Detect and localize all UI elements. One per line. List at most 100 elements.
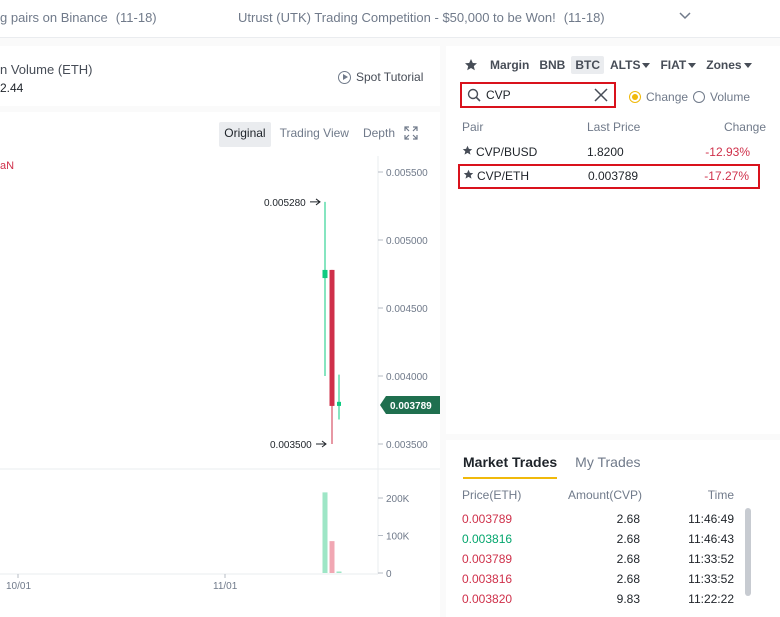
trades-panel: Market Trades My Trades Price(ETH) Amoun…	[446, 440, 780, 617]
market-tab-alts[interactable]: ALTS	[606, 56, 654, 74]
trade-price: 0.003789	[462, 512, 513, 526]
price-tick-label: 0.003500	[386, 440, 428, 451]
col-change[interactable]: Change	[724, 120, 766, 134]
trades-scrollbar[interactable]	[745, 508, 751, 617]
market-tab-btc[interactable]: BTC	[571, 56, 605, 74]
candle-body	[329, 269, 335, 406]
spot-tutorial-label: Spot Tutorial	[356, 70, 424, 84]
scrollbar-thumb[interactable]	[745, 508, 751, 596]
trade-row[interactable]: 0.003789 2.68 11:33:52	[462, 550, 734, 570]
play-circle-icon	[338, 70, 351, 84]
candlestick-chart[interactable]: 0.005500 0.005000 0.004500 0.004000 0.003500…	[0, 112, 440, 602]
high-arrow	[310, 198, 321, 206]
volume-tick-label: 100K	[386, 532, 410, 543]
volume-value: 2.44	[0, 81, 24, 95]
market-tab-margin[interactable]: Margin	[486, 56, 533, 74]
radio-change-dot	[629, 91, 641, 103]
col-time: Time	[707, 488, 734, 502]
announcement-1-date: (11-18)	[115, 10, 157, 25]
pair-price: 0.003789	[588, 169, 639, 183]
trade-price: 0.003820	[462, 592, 513, 606]
volume-bar	[329, 541, 335, 573]
last-price-label: 0.003789	[390, 401, 432, 412]
time-tick-label: 10/01	[6, 581, 31, 592]
trade-price: 0.003789	[462, 552, 513, 566]
trade-time: 11:33:52	[688, 572, 734, 586]
announcement-bar: g pairs on Binance (11-18) Utrust (UTK) T…	[0, 0, 780, 38]
pair-row-selected[interactable]: CVP/ETH 0.003789 -17.27%	[458, 164, 760, 189]
favorites-star-icon[interactable]	[462, 57, 480, 73]
radio-volume-dot	[693, 91, 705, 103]
price-tick-label: 0.005500	[386, 168, 428, 179]
announcement-2-text[interactable]: Utrust (UTK) Trading Competition - $50,0…	[238, 10, 556, 25]
trade-amount: 2.68	[616, 532, 640, 546]
market-tab-label: Margin	[490, 58, 530, 72]
chevron-down-icon[interactable]	[678, 8, 692, 22]
trade-row[interactable]: 0.003816 2.68 11:33:52	[462, 570, 734, 590]
market-tabs: Margin BNB BTC ALTS FIAT Zones	[462, 56, 756, 74]
pair-price: 1.8200	[587, 145, 624, 159]
trade-time: 11:22:22	[688, 592, 734, 606]
col-amount: Amount(CVP)	[568, 488, 643, 502]
market-tab-fiat[interactable]: FIAT	[656, 56, 700, 74]
announcement-link-1[interactable]: g pairs on Binance (11-18)	[0, 10, 157, 25]
volume-tick-label: 0	[386, 569, 392, 580]
clear-search-icon[interactable]	[594, 88, 608, 102]
announcement-link-2[interactable]: Utrust (UTK) Trading Competition - $50,0…	[238, 10, 605, 25]
pair-name: CVP/BUSD	[476, 145, 538, 159]
candle-body	[322, 269, 328, 279]
pair-row[interactable]: CVP/BUSD 1.8200 -12.93%	[458, 140, 760, 165]
pair-search-input[interactable]	[486, 87, 586, 103]
ticker-header: n Volume (ETH) 2.44 Spot Tutorial	[0, 46, 440, 106]
volume-bar	[322, 492, 328, 573]
favorite-star-icon[interactable]	[462, 145, 473, 159]
trade-amount: 9.83	[616, 592, 640, 606]
trades-tabs: Market Trades My Trades	[463, 454, 641, 479]
tab-market-trades[interactable]: Market Trades	[463, 454, 558, 479]
low-annotation: 0.003500	[270, 440, 312, 451]
trade-row[interactable]: 0.003820 9.83 11:22:22	[462, 590, 734, 610]
favorite-star-icon[interactable]	[463, 169, 474, 183]
market-tab-label: Zones	[706, 58, 742, 72]
market-tab-zones[interactable]: Zones	[702, 56, 755, 74]
candle-body	[337, 401, 341, 406]
volume-label: n Volume (ETH)	[0, 62, 93, 77]
radio-change-label: Change	[646, 90, 689, 104]
trades-table-header: Price(ETH) Amount(CVP) Time	[462, 488, 734, 504]
price-tick-label: 0.004500	[386, 304, 428, 315]
announcement-1-text[interactable]: g pairs on Binance	[0, 10, 108, 25]
col-last-price[interactable]: Last Price	[587, 120, 640, 134]
trade-time: 11:33:52	[688, 552, 734, 566]
trade-amount: 2.68	[616, 572, 640, 586]
trade-amount: 2.68	[616, 552, 640, 566]
trade-time: 11:46:49	[688, 512, 734, 526]
col-pair[interactable]: Pair	[462, 120, 483, 134]
price-tick-label: 0.005000	[386, 236, 428, 247]
time-tick-label: 11/01	[213, 581, 238, 592]
pair-change: -17.27%	[704, 169, 749, 183]
market-tab-bnb[interactable]: BNB	[535, 56, 569, 74]
market-pairs-panel: MarginBNBBTCALTSFIATZones Change Volume …	[446, 46, 780, 434]
tab-my-trades[interactable]: My Trades	[575, 454, 640, 479]
trade-amount: 2.68	[616, 512, 640, 526]
trade-row[interactable]: 0.003816 2.68 11:46:43	[462, 530, 734, 550]
price-tick-label: 0.004000	[386, 372, 428, 383]
trade-price: 0.003816	[462, 532, 513, 546]
trade-time: 11:46:43	[688, 532, 734, 546]
trade-price: 0.003816	[462, 572, 513, 586]
caret-down-icon	[688, 63, 697, 69]
trade-row[interactable]: 0.003789 2.68 11:46:49	[462, 510, 734, 530]
spot-tutorial-link[interactable]: Spot Tutorial	[338, 70, 423, 84]
high-annotation: 0.005280	[264, 198, 306, 209]
low-arrow	[316, 440, 327, 448]
col-price: Price(ETH)	[462, 488, 522, 502]
market-tab-label: FIAT	[660, 58, 687, 72]
radio-change[interactable]: Change	[629, 90, 688, 104]
caret-down-icon	[743, 63, 752, 69]
market-tab-label: BNB	[539, 58, 566, 72]
caret-down-icon	[642, 63, 651, 69]
market-tab-label: ALTS	[610, 58, 641, 72]
radio-volume[interactable]: Volume	[693, 90, 750, 104]
chart-footer	[0, 602, 440, 617]
announcement-2-date: (11-18)	[563, 10, 605, 25]
